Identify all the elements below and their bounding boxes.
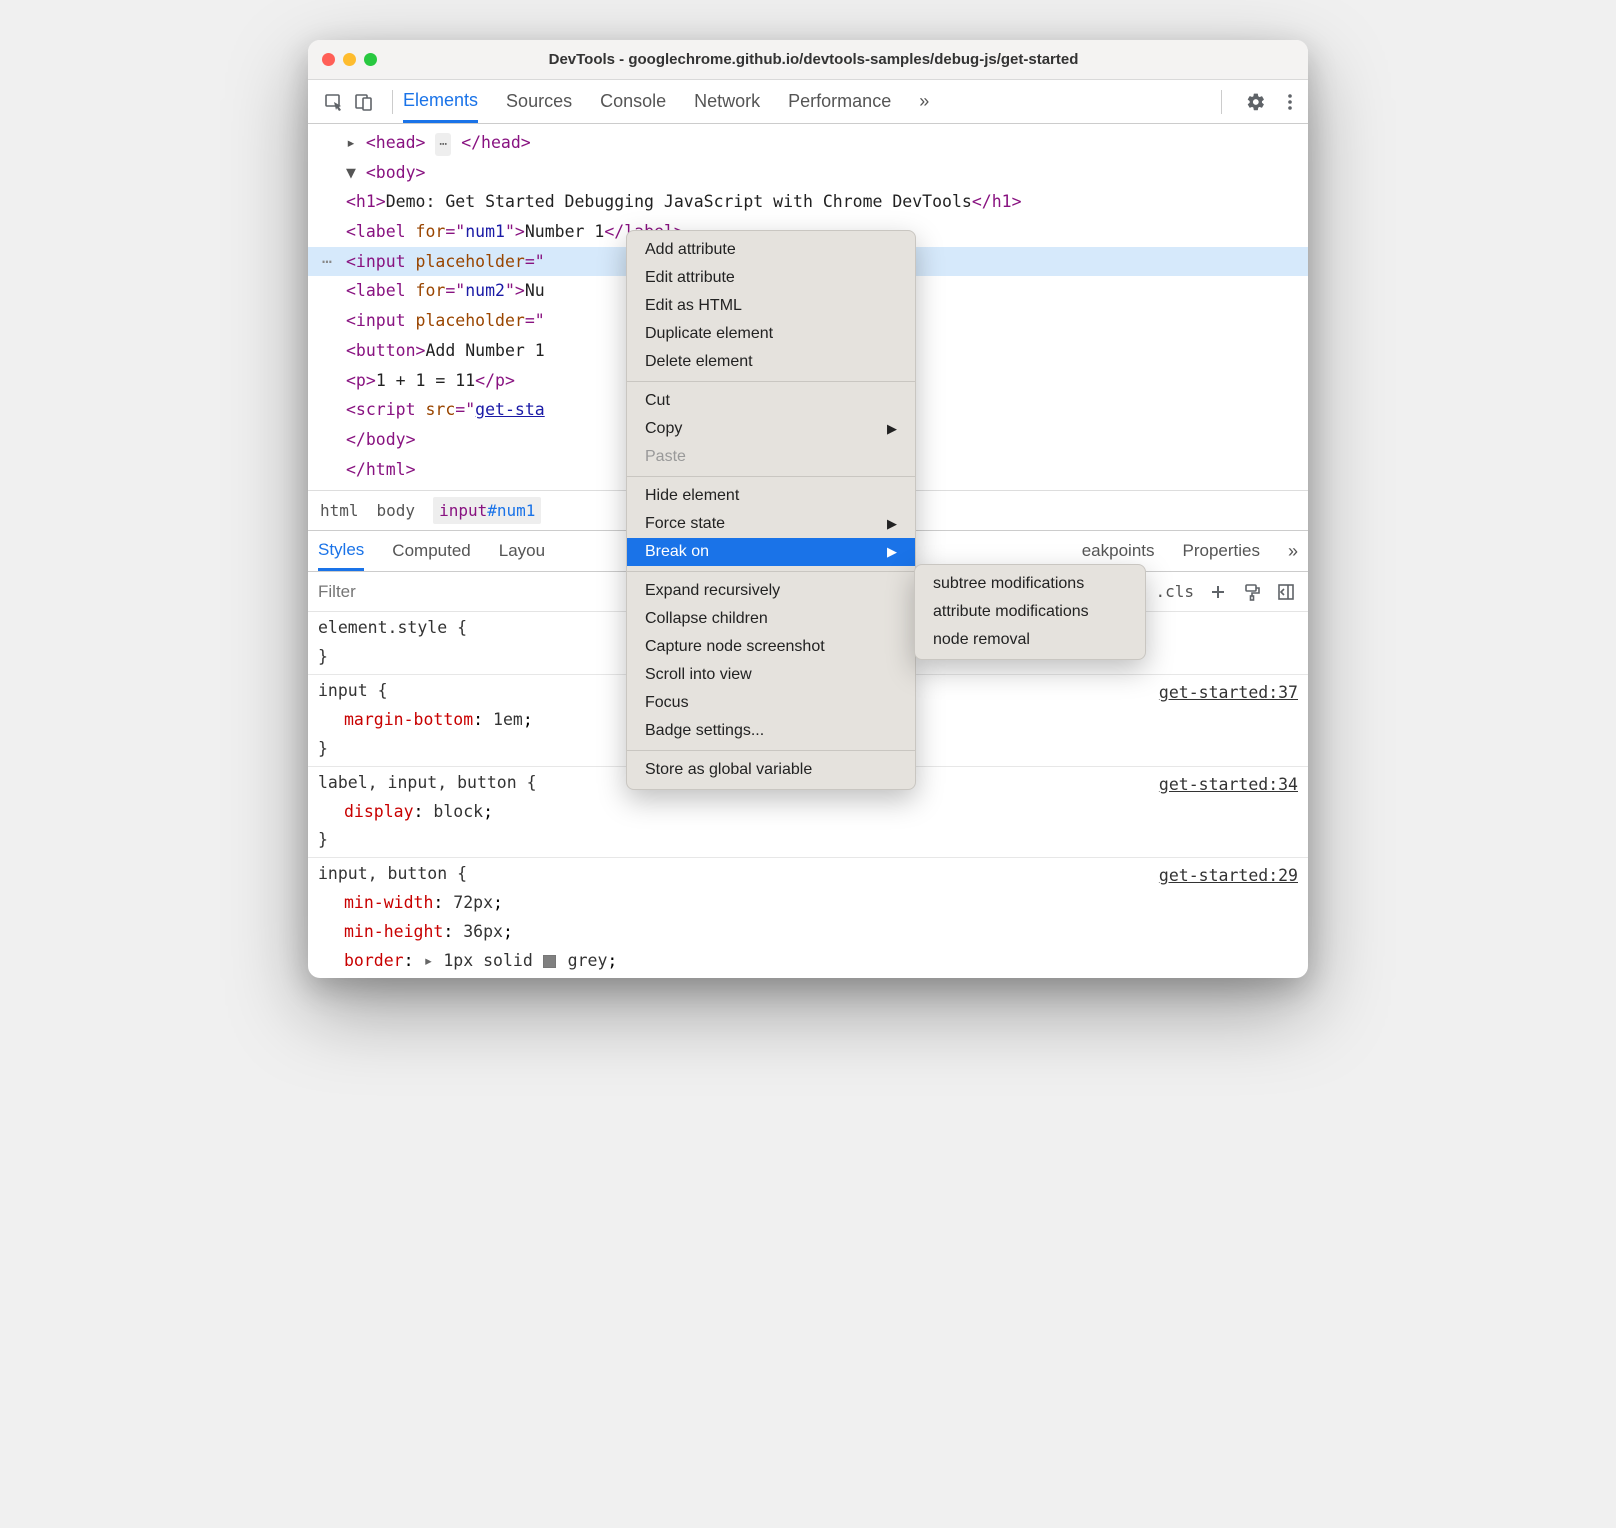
main-toolbar: Elements Sources Console Network Perform… <box>308 80 1308 124</box>
rule-input-button[interactable]: get-started:29 input, button { min-width… <box>308 858 1308 978</box>
crumb-html[interactable]: html <box>320 501 359 520</box>
ctx-divider <box>627 571 915 572</box>
panel-tabs: Elements Sources Console Network Perform… <box>403 80 929 123</box>
chevron-right-icon: ▶ <box>887 516 897 532</box>
ctx-delete-element[interactable]: Delete element <box>627 348 915 376</box>
ctx-edit-as-html[interactable]: Edit as HTML <box>627 292 915 320</box>
crumb-selected[interactable]: input#num1 <box>433 497 541 524</box>
ctx-store-global[interactable]: Store as global variable <box>627 756 915 784</box>
dom-node-h1[interactable]: <h1>Demo: Get Started Debugging JavaScri… <box>308 187 1308 217</box>
tab-sources[interactable]: Sources <box>506 80 572 123</box>
titlebar: DevTools - googlechrome.github.io/devtoo… <box>308 40 1308 80</box>
ctx-divider <box>627 750 915 751</box>
ctx-scroll-into-view[interactable]: Scroll into view <box>627 661 915 689</box>
ctx-divider <box>627 476 915 477</box>
crumb-body[interactable]: body <box>377 501 416 520</box>
ctx-focus[interactable]: Focus <box>627 689 915 717</box>
settings-icon[interactable] <box>1246 92 1266 112</box>
ctx-break-on[interactable]: Break on▶ <box>627 538 915 566</box>
sub-node-removal[interactable]: node removal <box>915 626 1145 654</box>
paint-icon[interactable] <box>1242 582 1262 602</box>
new-style-rule-icon[interactable] <box>1208 582 1228 602</box>
devtools-window: DevTools - googlechrome.github.io/devtoo… <box>308 40 1308 978</box>
separator <box>1221 90 1222 114</box>
source-link[interactable]: get-started:34 <box>1159 771 1298 800</box>
cls-toggle[interactable]: .cls <box>1155 582 1194 601</box>
ctx-badge-settings[interactable]: Badge settings... <box>627 717 915 745</box>
ctx-divider <box>627 381 915 382</box>
tab-network[interactable]: Network <box>694 80 760 123</box>
tab-performance[interactable]: Performance <box>788 80 891 123</box>
source-link[interactable]: get-started:37 <box>1159 679 1298 708</box>
dom-node-body[interactable]: ▼ <body> <box>308 158 1308 188</box>
ctx-duplicate-element[interactable]: Duplicate element <box>627 320 915 348</box>
ctx-copy[interactable]: Copy▶ <box>627 415 915 443</box>
subtab-properties[interactable]: Properties <box>1183 531 1260 571</box>
context-menu: Add attribute Edit attribute Edit as HTM… <box>626 230 916 790</box>
sub-attribute-modifications[interactable]: attribute modifications <box>915 598 1145 626</box>
ctx-hide-element[interactable]: Hide element <box>627 482 915 510</box>
ctx-edit-attribute[interactable]: Edit attribute <box>627 264 915 292</box>
context-submenu-break-on: subtree modifications attribute modifica… <box>914 564 1146 660</box>
separator <box>392 90 393 114</box>
ctx-paste: Paste <box>627 443 915 471</box>
ctx-capture-screenshot[interactable]: Capture node screenshot <box>627 633 915 661</box>
ctx-expand-recursively[interactable]: Expand recursively <box>627 577 915 605</box>
ellipsis-icon[interactable]: ⋯ <box>435 133 451 156</box>
row-actions-icon[interactable]: ⋯ <box>308 247 346 277</box>
ctx-collapse-children[interactable]: Collapse children <box>627 605 915 633</box>
subtab-computed[interactable]: Computed <box>392 531 470 571</box>
chevron-right-icon: ▶ <box>887 421 897 437</box>
chevron-right-icon: ▶ <box>887 544 897 560</box>
tabs-overflow-icon[interactable]: » <box>919 80 929 123</box>
computed-panel-icon[interactable] <box>1276 582 1296 602</box>
tab-elements[interactable]: Elements <box>403 80 478 123</box>
color-swatch-icon[interactable] <box>543 955 556 968</box>
subtab-layout[interactable]: Layou <box>499 531 545 571</box>
source-link[interactable]: get-started:29 <box>1159 862 1298 891</box>
inspect-icon[interactable] <box>324 92 344 112</box>
ctx-force-state[interactable]: Force state▶ <box>627 510 915 538</box>
sub-subtree-modifications[interactable]: subtree modifications <box>915 570 1145 598</box>
ctx-cut[interactable]: Cut <box>627 387 915 415</box>
dom-node-head[interactable]: ▸ <head> ⋯ </head> <box>308 128 1308 158</box>
window-title: DevTools - googlechrome.github.io/devtoo… <box>333 51 1294 68</box>
more-icon[interactable] <box>1280 92 1300 112</box>
subtab-styles[interactable]: Styles <box>318 531 364 571</box>
device-toggle-icon[interactable] <box>354 92 374 112</box>
subtabs-overflow-icon[interactable]: » <box>1288 531 1298 571</box>
tab-console[interactable]: Console <box>600 80 666 123</box>
ctx-add-attribute[interactable]: Add attribute <box>627 236 915 264</box>
